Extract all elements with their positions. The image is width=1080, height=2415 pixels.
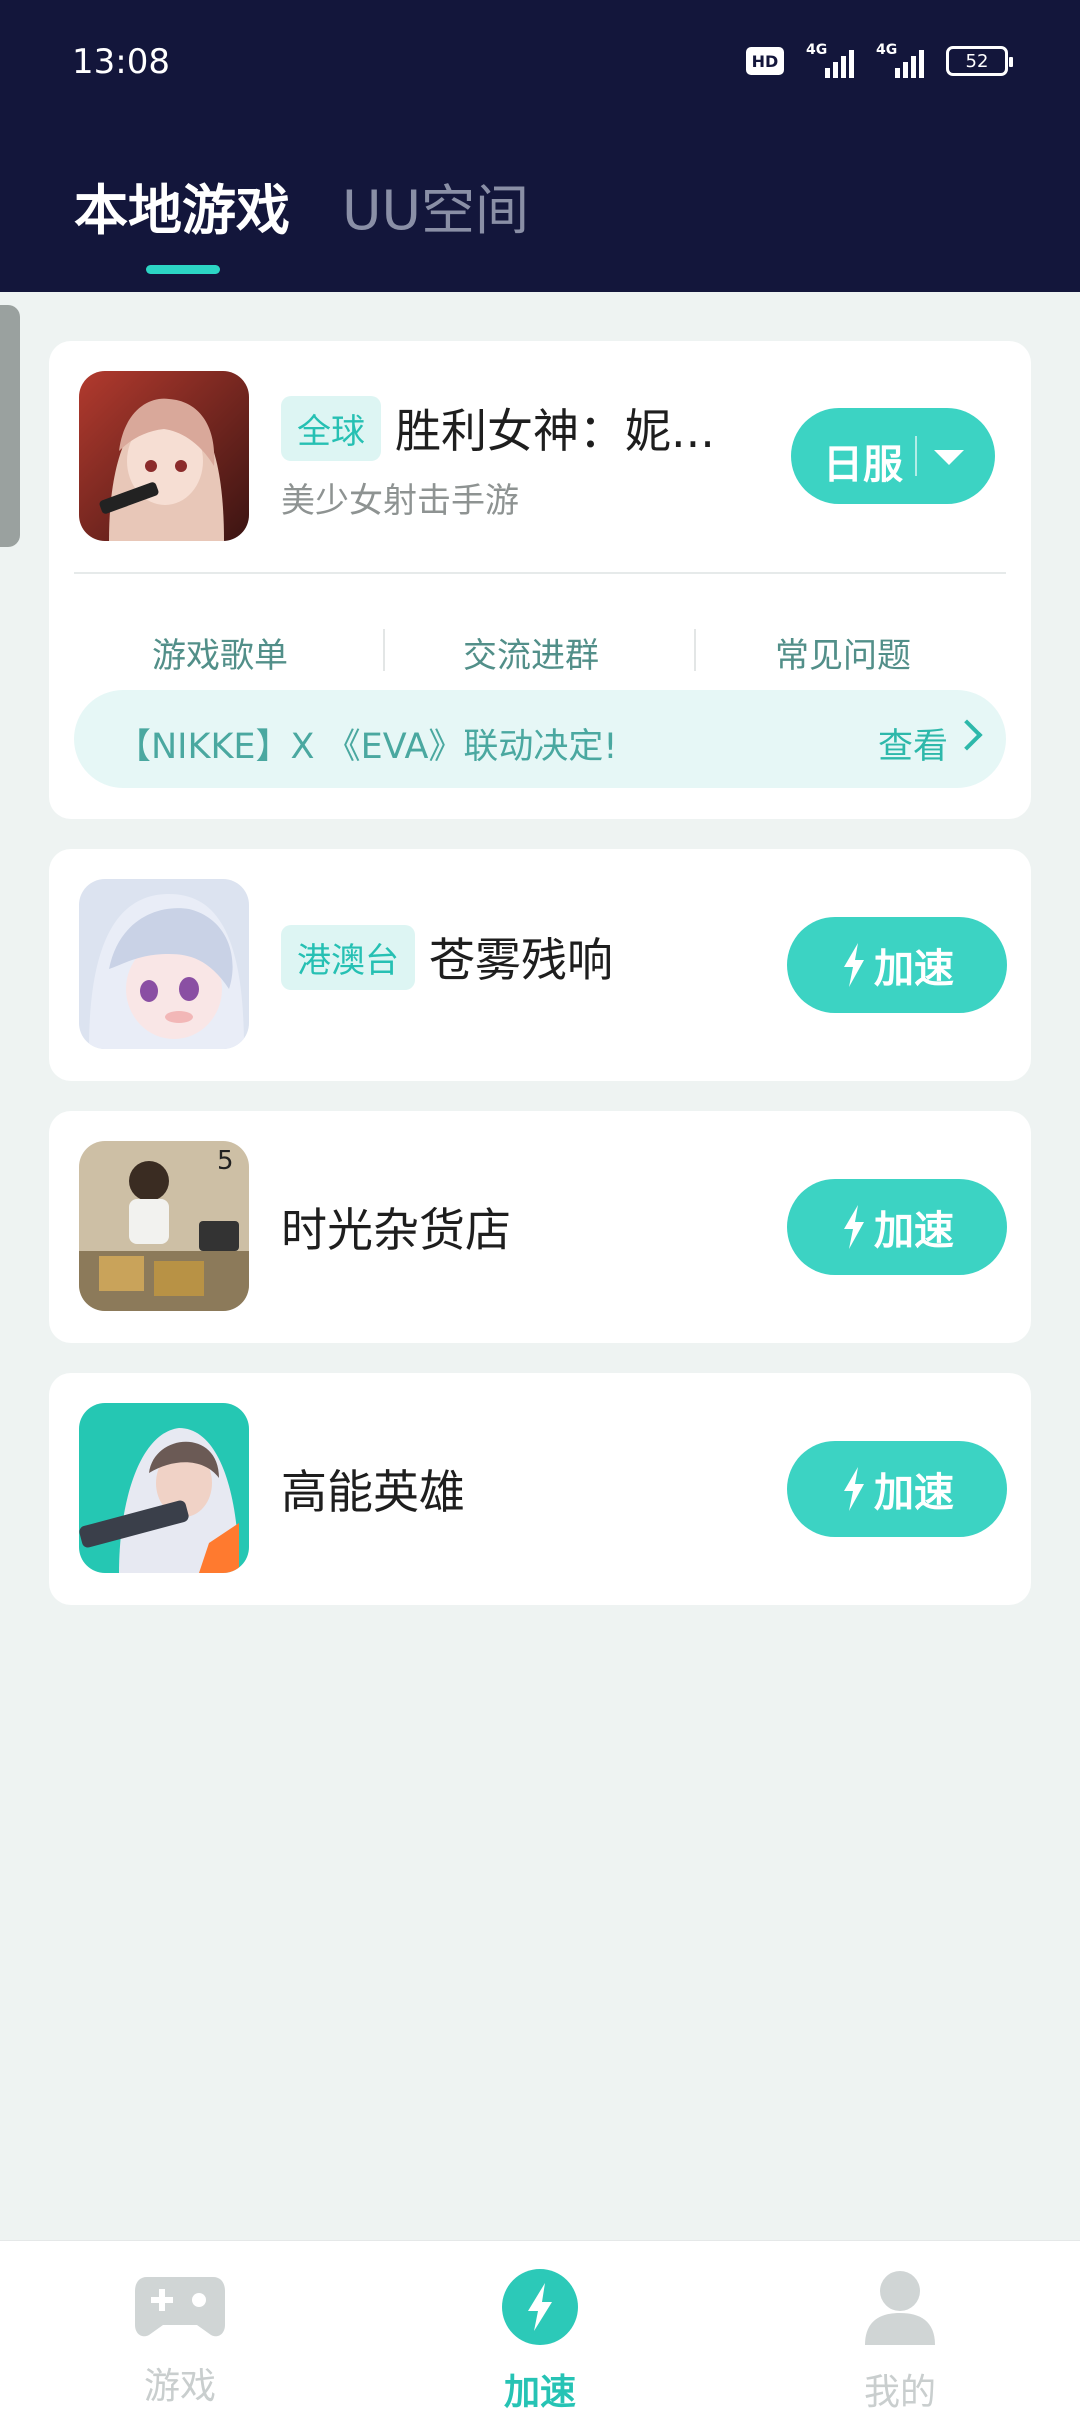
accelerate-button[interactable]: 加速: [787, 1179, 1007, 1275]
bottom-navigation: 游戏 加速 我的: [0, 2240, 1080, 2415]
app-header: 13:08 HD 4G 4G 52 本地游戏 UU空间: [0, 0, 1080, 292]
news-view-link[interactable]: 查看: [878, 718, 948, 769]
game-title[interactable]: 胜利女神：妮...: [395, 395, 715, 461]
server-select-button[interactable]: 日服: [791, 408, 995, 504]
tab-local-games[interactable]: 本地游戏: [74, 166, 290, 245]
link-faq[interactable]: 常见问题: [775, 628, 911, 677]
game-subtitle: 美少女射击手游: [281, 481, 519, 521]
bolt-icon: [844, 1467, 864, 1511]
region-badge: 全球: [281, 395, 381, 461]
game-card[interactable]: 5 时光杂货店 加速: [49, 1111, 1031, 1343]
news-text: 【NIKKE】X 《EVA》联动决定!: [116, 727, 618, 767]
game-title[interactable]: 苍雾残响: [429, 924, 613, 990]
game-icon-nikke[interactable]: [79, 371, 249, 541]
battery-icon: 52: [946, 46, 1013, 76]
signal-icon: 4G: [806, 42, 854, 78]
nav-accelerate[interactable]: 加速: [450, 2269, 630, 2415]
divider: [383, 629, 385, 671]
accelerate-bolt-icon: [502, 2269, 578, 2345]
user-icon: [865, 2271, 935, 2345]
game-card[interactable]: 港澳台 苍雾残响 加速: [49, 849, 1031, 1081]
chevron-right-icon: [951, 719, 983, 751]
link-game-playlist[interactable]: 游戏歌单: [152, 628, 288, 677]
status-time: 13:08: [72, 42, 170, 82]
accelerate-button[interactable]: 加速: [787, 1441, 1007, 1537]
active-tab-indicator: [146, 265, 220, 274]
nav-games[interactable]: 游戏: [90, 2269, 270, 2409]
game-icon[interactable]: [79, 879, 249, 1049]
tab-uu-space[interactable]: UU空间: [342, 166, 529, 245]
game-card[interactable]: 高能英雄 加速: [49, 1373, 1031, 1605]
featured-game-card[interactable]: 全球 胜利女神：妮... 美少女射击手游 日服 游戏歌单 交流进群 常见问题 【…: [49, 341, 1031, 819]
gamepad-icon: [135, 2277, 225, 2337]
news-banner[interactable]: 【NIKKE】X 《EVA》联动决定! 查看: [74, 690, 1006, 788]
hd-voice-icon: HD: [746, 47, 784, 75]
region-badge: 港澳台: [281, 924, 415, 990]
link-join-group[interactable]: 交流进群: [463, 628, 599, 677]
signal-icon: 4G: [876, 42, 924, 78]
chevron-down-icon[interactable]: [934, 450, 964, 465]
game-icon[interactable]: 5: [79, 1141, 249, 1311]
nav-mine[interactable]: 我的: [810, 2269, 990, 2415]
status-icons: HD 4G 4G 52: [746, 42, 1013, 78]
bolt-icon: [844, 1205, 864, 1249]
game-icon[interactable]: [79, 1403, 249, 1573]
side-drawer-handle[interactable]: [0, 305, 20, 547]
accelerate-button[interactable]: 加速: [787, 917, 1007, 1013]
svg-text:5: 5: [217, 1146, 234, 1176]
game-title[interactable]: 高能英雄: [281, 1456, 465, 1522]
divider: [694, 629, 696, 671]
divider: [74, 572, 1006, 574]
bolt-icon: [844, 943, 864, 987]
game-title[interactable]: 时光杂货店: [281, 1194, 511, 1260]
